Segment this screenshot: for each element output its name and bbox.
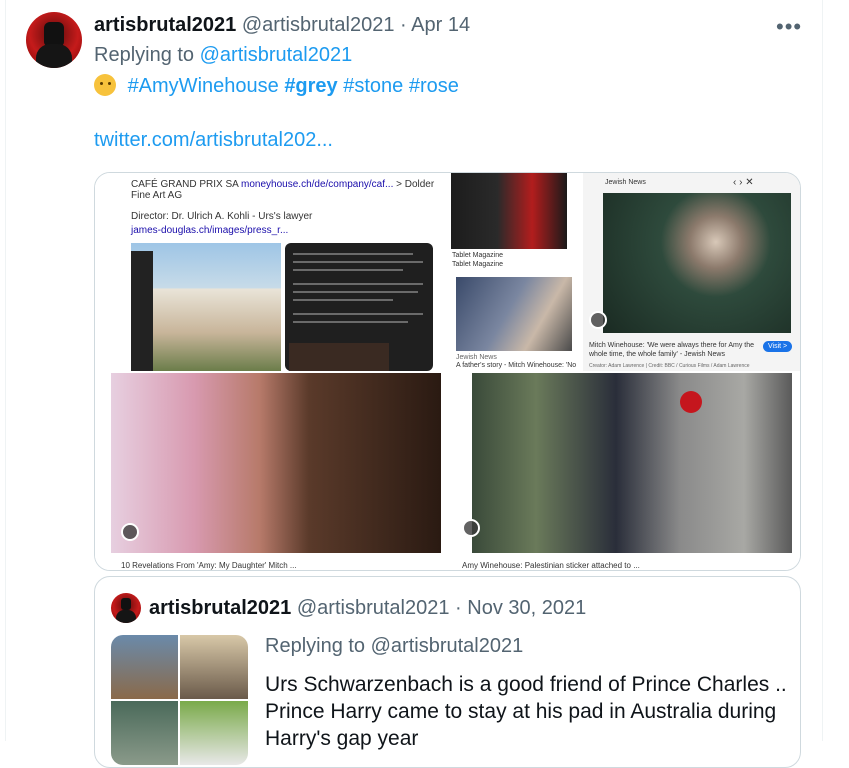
tablet-label: Tablet Magazine [452,252,503,259]
man-red-carpet-photo [451,173,567,249]
separator-dot: · [400,14,407,36]
bottom-left-result: 10 Revelations From 'Amy: My Daughter' M… [95,373,446,570]
statue-photo [472,373,792,553]
left-column-border [5,0,6,741]
hashtag-amywinehouse[interactable]: #AmyWinehouse [128,75,279,97]
thinking-face-emoji [94,74,116,96]
doc-line-3: james-douglas.ch/images/press_r... [131,225,289,236]
text-panel [285,243,433,371]
doc-line-1: CAFÉ GRAND PRIX SA moneyhouse.ch/de/comp… [131,179,435,201]
lens-icon[interactable] [589,311,607,329]
document-screenshot: CAFÉ GRAND PRIX SA moneyhouse.ch/de/comp… [95,173,446,371]
hashtag-rose[interactable]: #rose [409,75,459,97]
father-daughter-photo [111,373,441,553]
handle[interactable]: @artisbrutal2021 [242,14,395,36]
quoted-display-name: artisbrutal2021 [149,597,292,619]
quoted-separator: · [455,597,462,619]
quoted-replying-to: Replying to @artisbrutal2021 [265,635,524,657]
jewish-news-card: Jewish News ‹ › ✕ Mitch Winehouse: 'We w… [583,173,800,371]
hashtag-grey[interactable]: #grey [284,75,337,97]
more-icon[interactable]: ••• [776,14,802,40]
tweet-date[interactable]: Apr 14 [411,14,470,36]
card-title: Mitch Winehouse: 'We were always there f… [589,342,754,358]
media-image[interactable]: CAFÉ GRAND PRIX SA moneyhouse.ch/de/comp… [94,172,801,571]
bottom-right-result: Amy Winehouse: Palestinian sticker attac… [448,373,800,570]
tablet-sub: Tablet Magazine [452,261,503,268]
bottom-left-caption: 10 Revelations From 'Amy: My Daughter' M… [121,561,297,570]
right-column-border [822,0,823,741]
quoted-media [111,635,248,765]
tweet-header: artisbrutal2021 @artisbrutal2021 · Apr 1… [94,14,470,37]
man-photo [131,251,153,371]
replying-prefix: Replying to [94,44,200,66]
doc-line-2: Director: Dr. Ulrich A. Kohli - Urs's la… [131,211,313,222]
quoted-header: artisbrutal2021 @artisbrutal2021 · Nov 3… [149,597,586,620]
visit-button[interactable]: Visit > [763,341,793,352]
red-rose [680,391,702,413]
jewish-news-caption: A father's story - Mitch Winehouse: 'No … [456,362,577,371]
replying-to: Replying to @artisbrutal2021 [94,44,352,67]
lens-icon[interactable] [121,523,139,541]
quoted-tweet[interactable]: artisbrutal2021 @artisbrutal2021 · Nov 3… [94,576,801,768]
card-nav-icons: ‹ › ✕ [733,177,754,188]
tablet-magazine-result: Tablet Magazine Tablet Magazine Jewish N… [448,173,581,371]
quoted-handle: @artisbrutal2021 [296,597,450,619]
lens-icon[interactable] [462,519,480,537]
quoted-text: Urs Schwarzenbach is a good friend of Pr… [265,673,787,750]
card-source: Jewish News [605,179,646,186]
jewish-news-source: Jewish News [456,354,497,361]
display-name[interactable]: artisbrutal2021 [94,14,236,36]
quoted-date: Nov 30, 2021 [467,597,587,619]
mitch-portrait-photo [603,193,791,333]
tweet-text: #AmyWinehouse #grey #stone #rose [94,74,459,98]
author-avatar[interactable] [26,12,82,68]
house-photo [131,243,281,371]
replying-to-link[interactable]: @artisbrutal2021 [200,44,353,66]
bottom-right-caption: Amy Winehouse: Palestinian sticker attac… [462,561,640,570]
tweet-link[interactable]: twitter.com/artisbrutal202... [94,129,333,152]
hashtag-stone[interactable]: #stone [343,75,403,97]
card-credit: Creator: Adam Lawrence | Credit: BBC / C… [589,363,750,369]
mural-photo [456,277,572,351]
quoted-avatar [111,593,141,623]
